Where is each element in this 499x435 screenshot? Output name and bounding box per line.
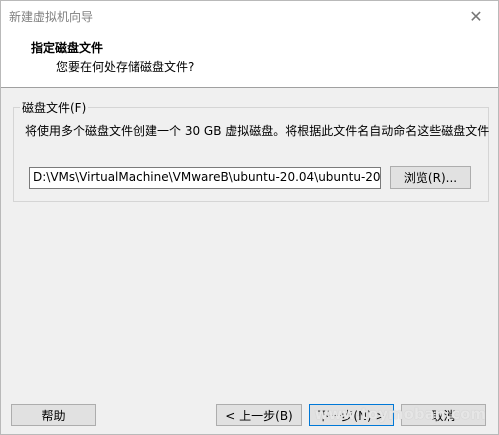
wizard-footer: 帮助 < 上一步(B) 下一步(N) > 取消	[1, 391, 498, 434]
help-button[interactable]: 帮助	[11, 404, 96, 426]
title-bar: 新建虚拟机向导 ✕	[1, 1, 498, 32]
disk-file-description: 将使用多个磁盘文件创建一个 30 GB 虚拟磁盘。将根据此文件名自动命名这些磁盘…	[25, 124, 490, 138]
disk-file-group-label: 磁盘文件(F)	[20, 99, 89, 116]
back-button[interactable]: < 上一步(B)	[216, 404, 302, 426]
close-icon[interactable]: ✕	[454, 1, 498, 32]
new-vm-wizard-window: 新建虚拟机向导 ✕ 指定磁盘文件 您要在何处存储磁盘文件? 磁盘文件(F) 将使…	[0, 0, 499, 435]
wizard-header: 指定磁盘文件 您要在何处存储磁盘文件?	[1, 32, 498, 88]
window-title: 新建虚拟机向导	[9, 10, 94, 24]
disk-file-path-input[interactable]: D:\VMs\VirtualMachine\VMwareB\ubuntu-20.…	[29, 167, 381, 189]
browse-button[interactable]: 浏览(R)...	[390, 166, 471, 189]
page-title: 指定磁盘文件	[31, 41, 104, 55]
disk-file-group: 磁盘文件(F) 将使用多个磁盘文件创建一个 30 GB 虚拟磁盘。将根据此文件名…	[13, 99, 490, 202]
page-subtitle: 您要在何处存储磁盘文件?	[56, 60, 195, 74]
next-button[interactable]: 下一步(N) >	[309, 404, 394, 426]
cancel-button[interactable]: 取消	[401, 404, 486, 426]
